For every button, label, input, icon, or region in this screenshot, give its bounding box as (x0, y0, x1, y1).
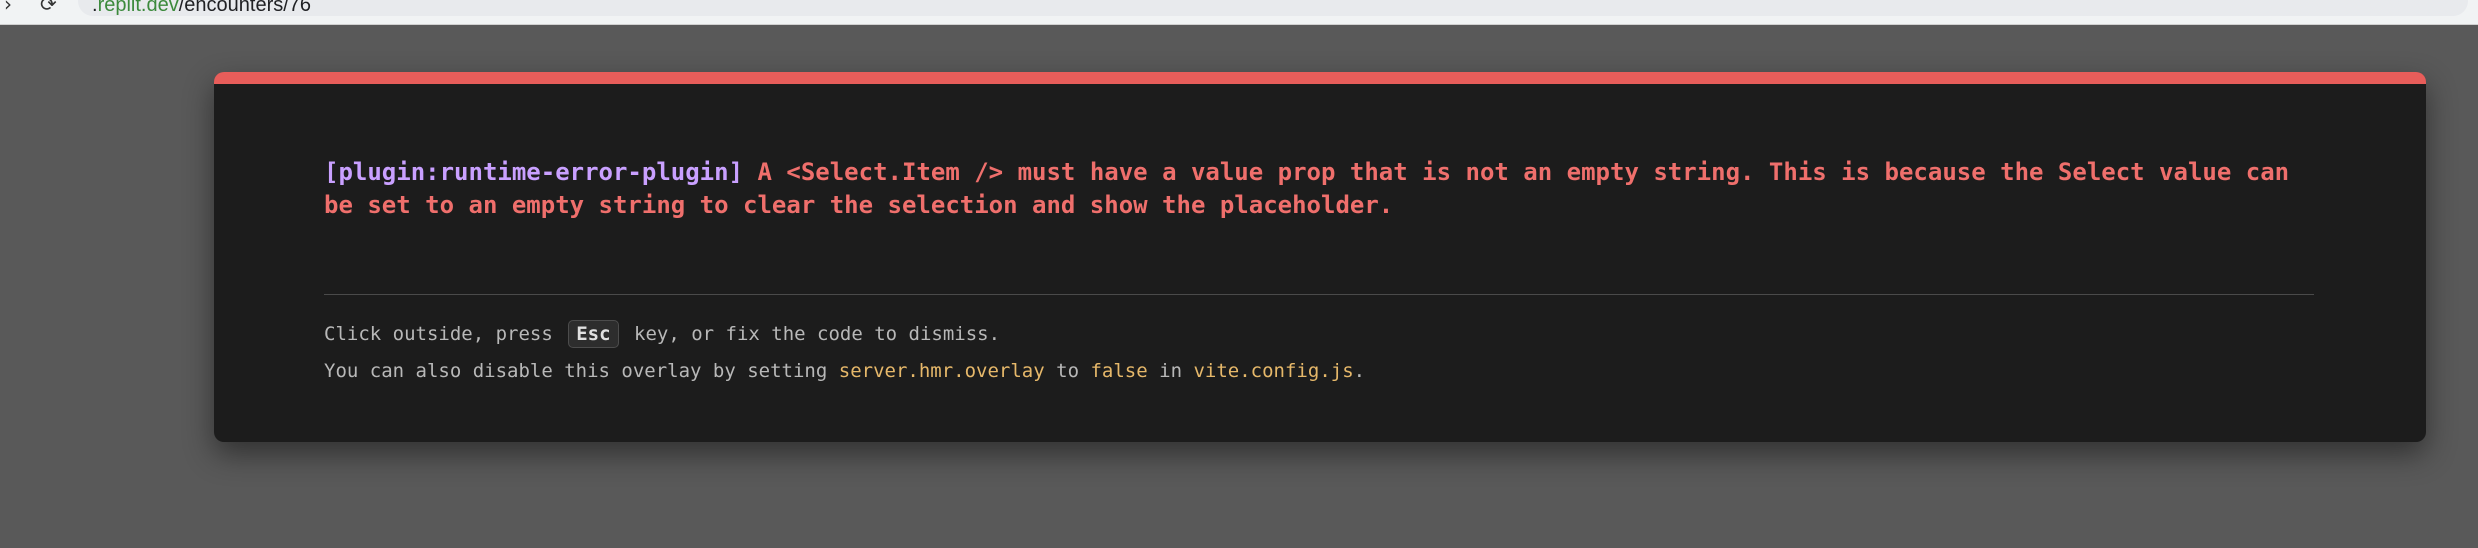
config-tip: You can also disable this overlay by set… (324, 360, 1366, 382)
chevron-right-icon[interactable]: › (4, 0, 12, 14)
browser-toolbar: › ⟳ .replit.dev/encounters/76 (0, 0, 2478, 25)
url-text: .replit.dev/encounters/76 (92, 0, 312, 16)
config-option-code: server.hmr.overlay (838, 360, 1045, 382)
config-file-code: vite.config.js (1193, 360, 1354, 382)
esc-key-badge: Esc (568, 320, 619, 348)
error-message: [plugin:runtime-error-plugin] A <Select.… (324, 156, 2324, 222)
divider (324, 294, 2314, 295)
dismiss-tip: Click outside, press Esc key, or fix the… (324, 320, 1000, 348)
address-bar[interactable]: .replit.dev/encounters/76 (78, 0, 2468, 16)
error-overlay: [plugin:runtime-error-plugin] A <Select.… (214, 72, 2426, 442)
false-code: false (1090, 360, 1148, 382)
reload-icon[interactable]: ⟳ (40, 0, 57, 14)
plugin-tag: [plugin:runtime-error-plugin] (324, 158, 744, 186)
